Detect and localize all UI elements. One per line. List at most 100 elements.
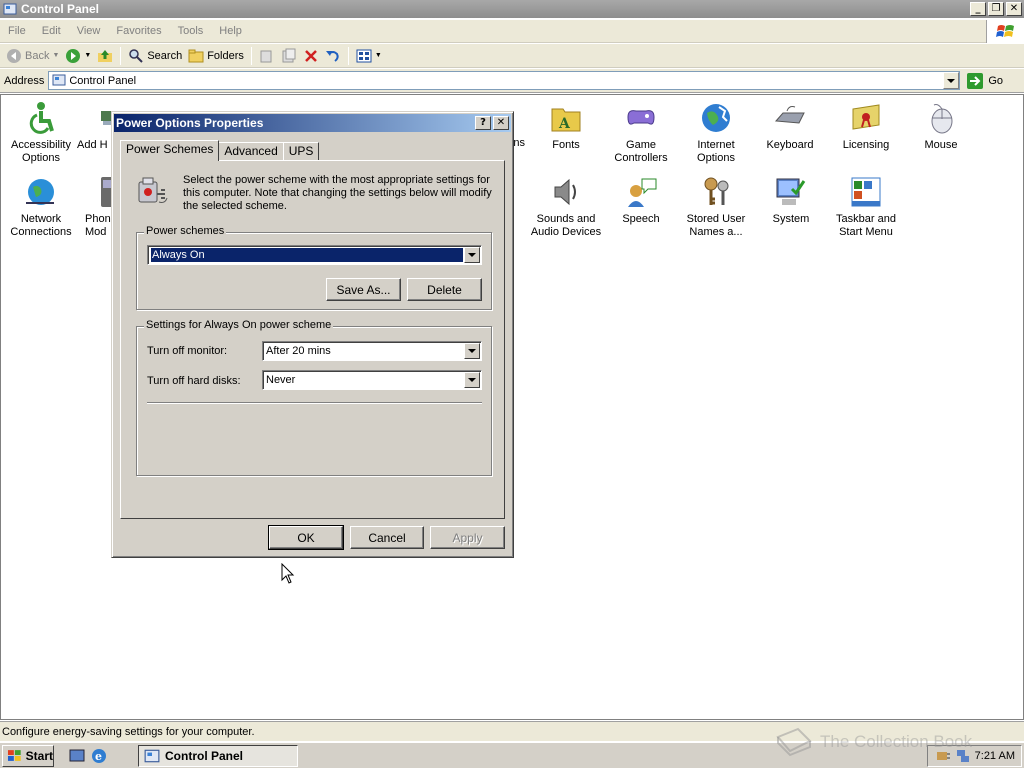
search-icon	[129, 48, 144, 63]
svg-text:A: A	[558, 116, 571, 132]
chevron-down-icon	[947, 78, 956, 83]
cp-item-label: Game Controllers	[614, 139, 668, 164]
menu-help[interactable]: Help	[211, 25, 250, 37]
window-title: Control Panel	[21, 2, 100, 16]
cp-item-label: Licensing	[842, 139, 890, 151]
cp-item-licensing[interactable]: Licensing	[828, 101, 904, 152]
cp-item-stored-user-names[interactable]: Stored User Names a...	[678, 175, 754, 239]
cp-item-label: Network Connections	[10, 213, 72, 238]
up-folder-button[interactable]	[94, 46, 116, 66]
cp-item-label: Internet Options	[697, 139, 735, 164]
menu-bar: File Edit View Favorites Tools Help	[0, 20, 1024, 43]
address-input[interactable]: Control Panel	[48, 71, 961, 90]
power-plug-icon	[138, 177, 168, 203]
cp-item-speech[interactable]: Speech	[603, 175, 679, 226]
cp-item-sounds[interactable]: Sounds and Audio Devices	[528, 175, 604, 239]
control-panel-icon	[144, 749, 160, 762]
speaker-icon	[554, 178, 576, 206]
ok-button[interactable]: OK	[268, 525, 344, 550]
cp-item-keyboard[interactable]: Keyboard	[752, 101, 828, 152]
menu-favorites[interactable]: Favorites	[108, 25, 169, 37]
start-button[interactable]: Start	[2, 744, 54, 767]
back-label: Back	[25, 49, 50, 62]
back-arrow-icon	[7, 48, 21, 63]
folders-button[interactable]: Folders	[185, 46, 247, 66]
chevron-down-icon	[468, 253, 476, 257]
tab-power-schemes[interactable]: Power Schemes	[120, 140, 220, 161]
power-scheme-value: Always On	[150, 247, 464, 263]
monitor-dropdown-button[interactable]	[464, 343, 480, 359]
search-button[interactable]: Search	[125, 46, 185, 66]
mouse-cursor-icon	[281, 563, 295, 584]
address-dropdown-button[interactable]	[943, 72, 960, 89]
cp-item-fonts[interactable]: A Fonts	[528, 101, 604, 152]
disks-label: Turn off hard disks:	[147, 375, 241, 387]
windows-logo-icon	[7, 749, 21, 761]
restore-button[interactable]: ❐	[988, 2, 1004, 16]
delete-x-icon	[305, 49, 317, 62]
disks-timeout-value: Never	[266, 374, 296, 386]
control-panel-icon	[3, 3, 17, 15]
apply-button[interactable]: Apply	[430, 526, 505, 549]
copy-to-button[interactable]	[278, 46, 300, 66]
show-desktop-icon[interactable]	[68, 747, 86, 765]
forward-button[interactable]: ▼	[62, 46, 94, 66]
dialog-title: Power Options Properties	[116, 116, 264, 130]
move-to-icon	[260, 50, 272, 62]
cp-item-label: Stored User Names a...	[686, 213, 746, 238]
save-as-button[interactable]: Save As...	[326, 278, 401, 301]
keyboard-icon	[774, 106, 805, 124]
cp-item-label: Phon Mod	[85, 213, 111, 238]
cp-item-taskbar[interactable]: Taskbar and Start Menu	[828, 175, 904, 239]
toolbar-separator	[250, 46, 252, 65]
accessibility-icon	[29, 102, 54, 134]
delete-button[interactable]	[300, 46, 322, 66]
cancel-button[interactable]: Cancel	[350, 526, 424, 549]
power-scheme-dropdown-button[interactable]	[464, 247, 480, 263]
menu-edit[interactable]: Edit	[34, 25, 69, 37]
menu-tools[interactable]: Tools	[170, 25, 212, 37]
power-scheme-select[interactable]: Always On	[147, 245, 482, 265]
cp-item-add-hardware[interactable]: Add H	[77, 101, 127, 152]
intro-text: Select the power scheme with the most ap…	[183, 174, 492, 212]
certificate-icon	[852, 104, 880, 130]
menu-file[interactable]: File	[0, 25, 34, 37]
views-icon	[356, 49, 372, 62]
minimize-button[interactable]: _	[970, 2, 986, 16]
go-button[interactable]: Go	[966, 72, 1003, 90]
cp-item-network-connections[interactable]: Network Connections	[3, 175, 79, 239]
cp-item-system[interactable]: System	[753, 175, 829, 226]
power-schemes-panel: Select the power scheme with the most ap…	[120, 160, 505, 519]
cp-item-internet-options[interactable]: Internet Options	[678, 101, 754, 165]
delete-scheme-button[interactable]: Delete	[407, 278, 482, 301]
cp-item-label: Keyboard	[766, 139, 814, 151]
mouse-icon	[931, 104, 953, 134]
scheme-settings-legend: Settings for Always On power scheme	[144, 319, 334, 331]
tab-ups[interactable]: UPS	[282, 142, 320, 160]
folders-icon	[188, 49, 204, 62]
close-button[interactable]: ✕	[1006, 2, 1022, 16]
cp-item-mouse[interactable]: Mouse	[903, 101, 979, 152]
taskbar-item-control-panel[interactable]: Control Panel	[138, 744, 298, 767]
globe-icon	[702, 104, 730, 132]
monitor-timeout-select[interactable]: After 20 mins	[262, 341, 482, 361]
views-button[interactable]: ▼	[353, 46, 385, 66]
power-schemes-legend: Power schemes	[144, 225, 227, 237]
back-button[interactable]: Back ▼	[3, 46, 62, 66]
undo-button[interactable]	[322, 46, 344, 66]
cp-item-game-controllers[interactable]: Game Controllers	[603, 101, 679, 165]
cp-item-accessibility[interactable]: Accessibility Options	[3, 101, 79, 165]
move-to-button[interactable]	[256, 46, 278, 66]
menu-view[interactable]: View	[69, 25, 109, 37]
tab-advanced[interactable]: Advanced	[218, 142, 284, 160]
chevron-down-icon	[468, 349, 476, 353]
disks-timeout-select[interactable]: Never	[262, 370, 482, 390]
address-value: Control Panel	[69, 74, 137, 87]
dialog-close-button[interactable]: ✕	[493, 116, 509, 130]
cp-item-label: Fonts	[552, 139, 580, 151]
disks-dropdown-button[interactable]	[464, 372, 480, 388]
help-button[interactable]: ?	[475, 116, 491, 130]
go-label: Go	[988, 74, 1004, 87]
internet-explorer-icon[interactable]: e	[90, 747, 108, 765]
fonts-folder-icon: A	[551, 108, 581, 132]
